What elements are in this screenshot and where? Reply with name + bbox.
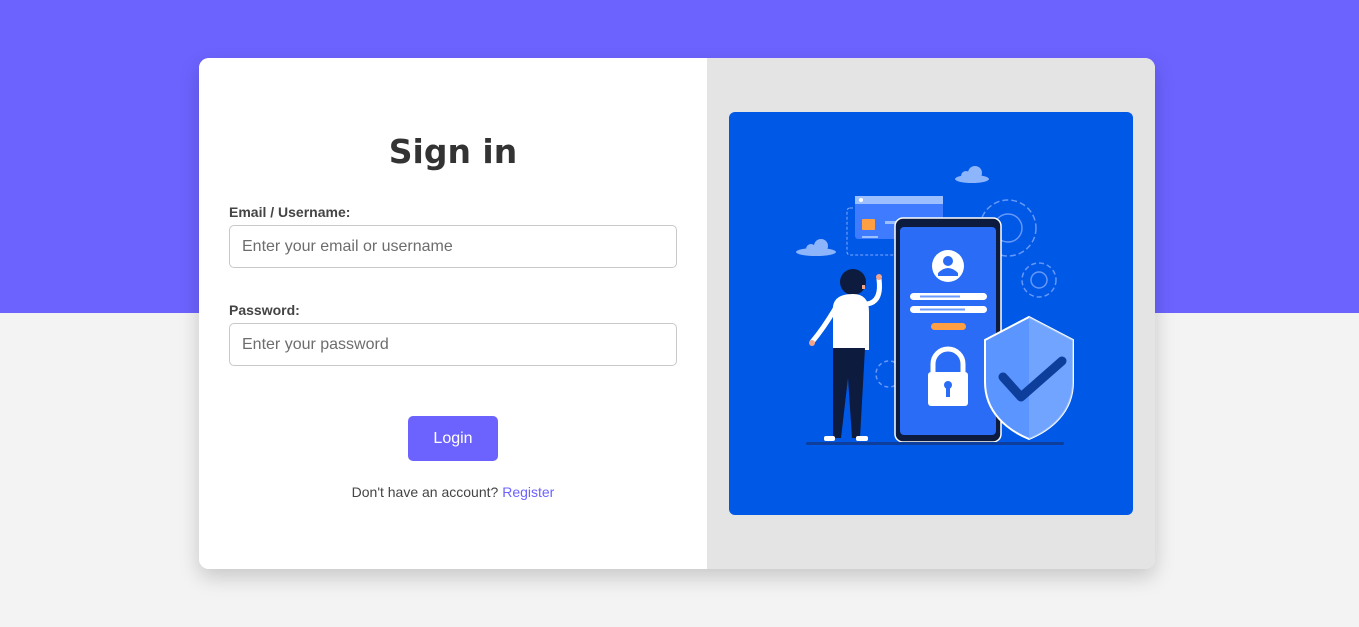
register-link[interactable]: Register <box>502 484 554 500</box>
register-prompt: Don't have an account? Register <box>199 484 707 500</box>
email-label: Email / Username: <box>229 204 351 220</box>
page-title: Sign in <box>388 132 518 171</box>
signin-form-panel: Sign in Email / Username: Password: Logi… <box>199 58 707 569</box>
secure-login-icon <box>796 166 1074 445</box>
login-button[interactable]: Login <box>408 416 498 461</box>
email-field[interactable] <box>229 225 677 268</box>
register-prompt-text: Don't have an account? <box>351 484 499 500</box>
signin-card: Sign in Email / Username: Password: Logi… <box>199 58 1155 569</box>
password-field[interactable] <box>229 323 677 366</box>
illustration-panel <box>707 58 1155 569</box>
password-label: Password: <box>229 302 300 318</box>
secure-login-illustration <box>729 112 1133 515</box>
